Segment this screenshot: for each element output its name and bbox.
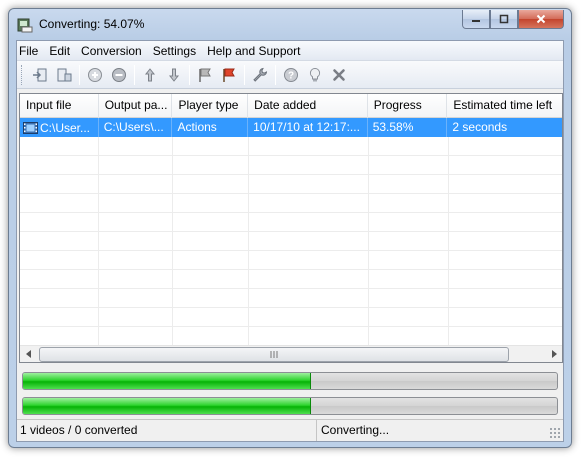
scroll-thumb[interactable]	[39, 346, 509, 362]
toolbar-separator	[79, 64, 80, 85]
toolbar-separator	[275, 64, 276, 85]
move-up-icon	[144, 67, 156, 81]
add-button[interactable]	[84, 64, 106, 86]
menu-file[interactable]: File	[17, 44, 46, 58]
toolbar-separator	[189, 64, 190, 85]
column-header-time-left[interactable]: Estimated time left	[447, 94, 562, 118]
column-gridlines	[20, 118, 562, 346]
move-down-icon	[168, 68, 180, 82]
scroll-right-button[interactable]	[545, 346, 562, 363]
wrench-icon	[253, 67, 268, 82]
remove-icon	[112, 67, 126, 82]
grip-icon	[270, 350, 278, 358]
file-progress-bar	[22, 372, 558, 390]
close-button[interactable]	[518, 10, 564, 29]
cell-date-added: 10/17/10 at 12:17:...	[248, 118, 368, 137]
video-file-icon	[23, 121, 38, 134]
total-progress-fill	[23, 398, 312, 414]
cancel-icon	[333, 68, 345, 81]
cell-time-left: 2 seconds	[452, 120, 508, 134]
toolbar-separator	[134, 64, 135, 85]
move-down-button[interactable]	[163, 64, 185, 86]
caption-buttons	[462, 10, 564, 29]
status-video-count: 1 videos / 0 converted	[17, 420, 317, 441]
svg-text:?: ?	[288, 70, 294, 81]
minimize-button[interactable]	[462, 10, 490, 29]
help-icon: ?	[284, 67, 298, 82]
input-file-text: C:\User...	[40, 120, 91, 135]
minimize-icon	[472, 20, 480, 22]
settings-button[interactable]	[249, 64, 271, 86]
menu-bar: File Edit Conversion Settings Help and S…	[17, 41, 563, 61]
cell-output-path: C:\Users\...	[99, 118, 173, 137]
flag-gray-icon	[199, 68, 211, 82]
column-header-progress[interactable]: Progress	[368, 94, 448, 118]
maximize-icon	[499, 14, 509, 24]
menu-conversion[interactable]: Conversion	[78, 44, 150, 58]
cell-player-type: Actions	[172, 118, 249, 137]
total-progress-bar	[22, 397, 558, 415]
toolbar: ?	[17, 61, 563, 89]
list-body: C:\User... C:\Users\... Actions 10/17/10…	[20, 118, 562, 346]
window-title: Converting: 54.07%	[39, 17, 145, 31]
import-button[interactable]	[29, 64, 51, 86]
export-icon	[57, 68, 72, 81]
move-up-button[interactable]	[139, 64, 161, 86]
maximize-button[interactable]	[490, 10, 518, 29]
column-header-date-added[interactable]: Date added	[248, 94, 368, 118]
close-icon	[536, 14, 546, 24]
resize-grip[interactable]	[549, 427, 561, 439]
column-header-input-file[interactable]: Input file	[20, 94, 99, 118]
main-window: Converting: 54.07% File Edit Conversion …	[8, 8, 572, 448]
conversion-list[interactable]: Input file Output pa... Player type Date…	[19, 93, 563, 363]
scroll-left-button[interactable]	[20, 346, 37, 363]
arrow-left-icon	[25, 350, 31, 358]
arrow-right-icon	[551, 350, 557, 358]
column-header-player-type[interactable]: Player type	[172, 94, 249, 118]
column-header-output-path[interactable]: Output pa...	[99, 94, 173, 118]
toolbar-separator	[244, 64, 245, 85]
import-icon	[33, 68, 47, 81]
list-header: Input file Output pa... Player type Date…	[20, 94, 562, 118]
tip-button[interactable]	[304, 64, 326, 86]
toolbar-grip[interactable]	[21, 64, 24, 85]
file-progress-fill	[23, 373, 312, 389]
table-row[interactable]: C:\User... C:\Users\... Actions 10/17/10…	[20, 118, 562, 137]
flag-red-icon	[223, 68, 235, 82]
menu-help-and-support[interactable]: Help and Support	[204, 44, 308, 58]
client-area: File Edit Conversion Settings Help and S…	[16, 40, 564, 442]
cell-input-file: C:\User...	[20, 118, 99, 137]
remove-button[interactable]	[108, 64, 130, 86]
lightbulb-icon	[309, 67, 321, 81]
menu-settings[interactable]: Settings	[150, 44, 204, 58]
menu-edit[interactable]: Edit	[46, 44, 78, 58]
cell-progress: 53.58%	[368, 118, 448, 137]
export-button[interactable]	[53, 64, 75, 86]
flag-gray-button[interactable]	[194, 64, 216, 86]
app-icon	[17, 18, 33, 33]
title-bar[interactable]: Converting: 54.07%	[9, 9, 571, 39]
status-bar: 1 videos / 0 converted Converting...	[17, 419, 563, 441]
status-state: Converting...	[321, 423, 390, 437]
horizontal-scrollbar[interactable]	[20, 345, 562, 362]
add-icon	[88, 67, 102, 82]
scroll-track[interactable]	[37, 346, 545, 363]
flag-red-button[interactable]	[218, 64, 240, 86]
cancel-button[interactable]	[328, 64, 350, 86]
help-button[interactable]: ?	[280, 64, 302, 86]
